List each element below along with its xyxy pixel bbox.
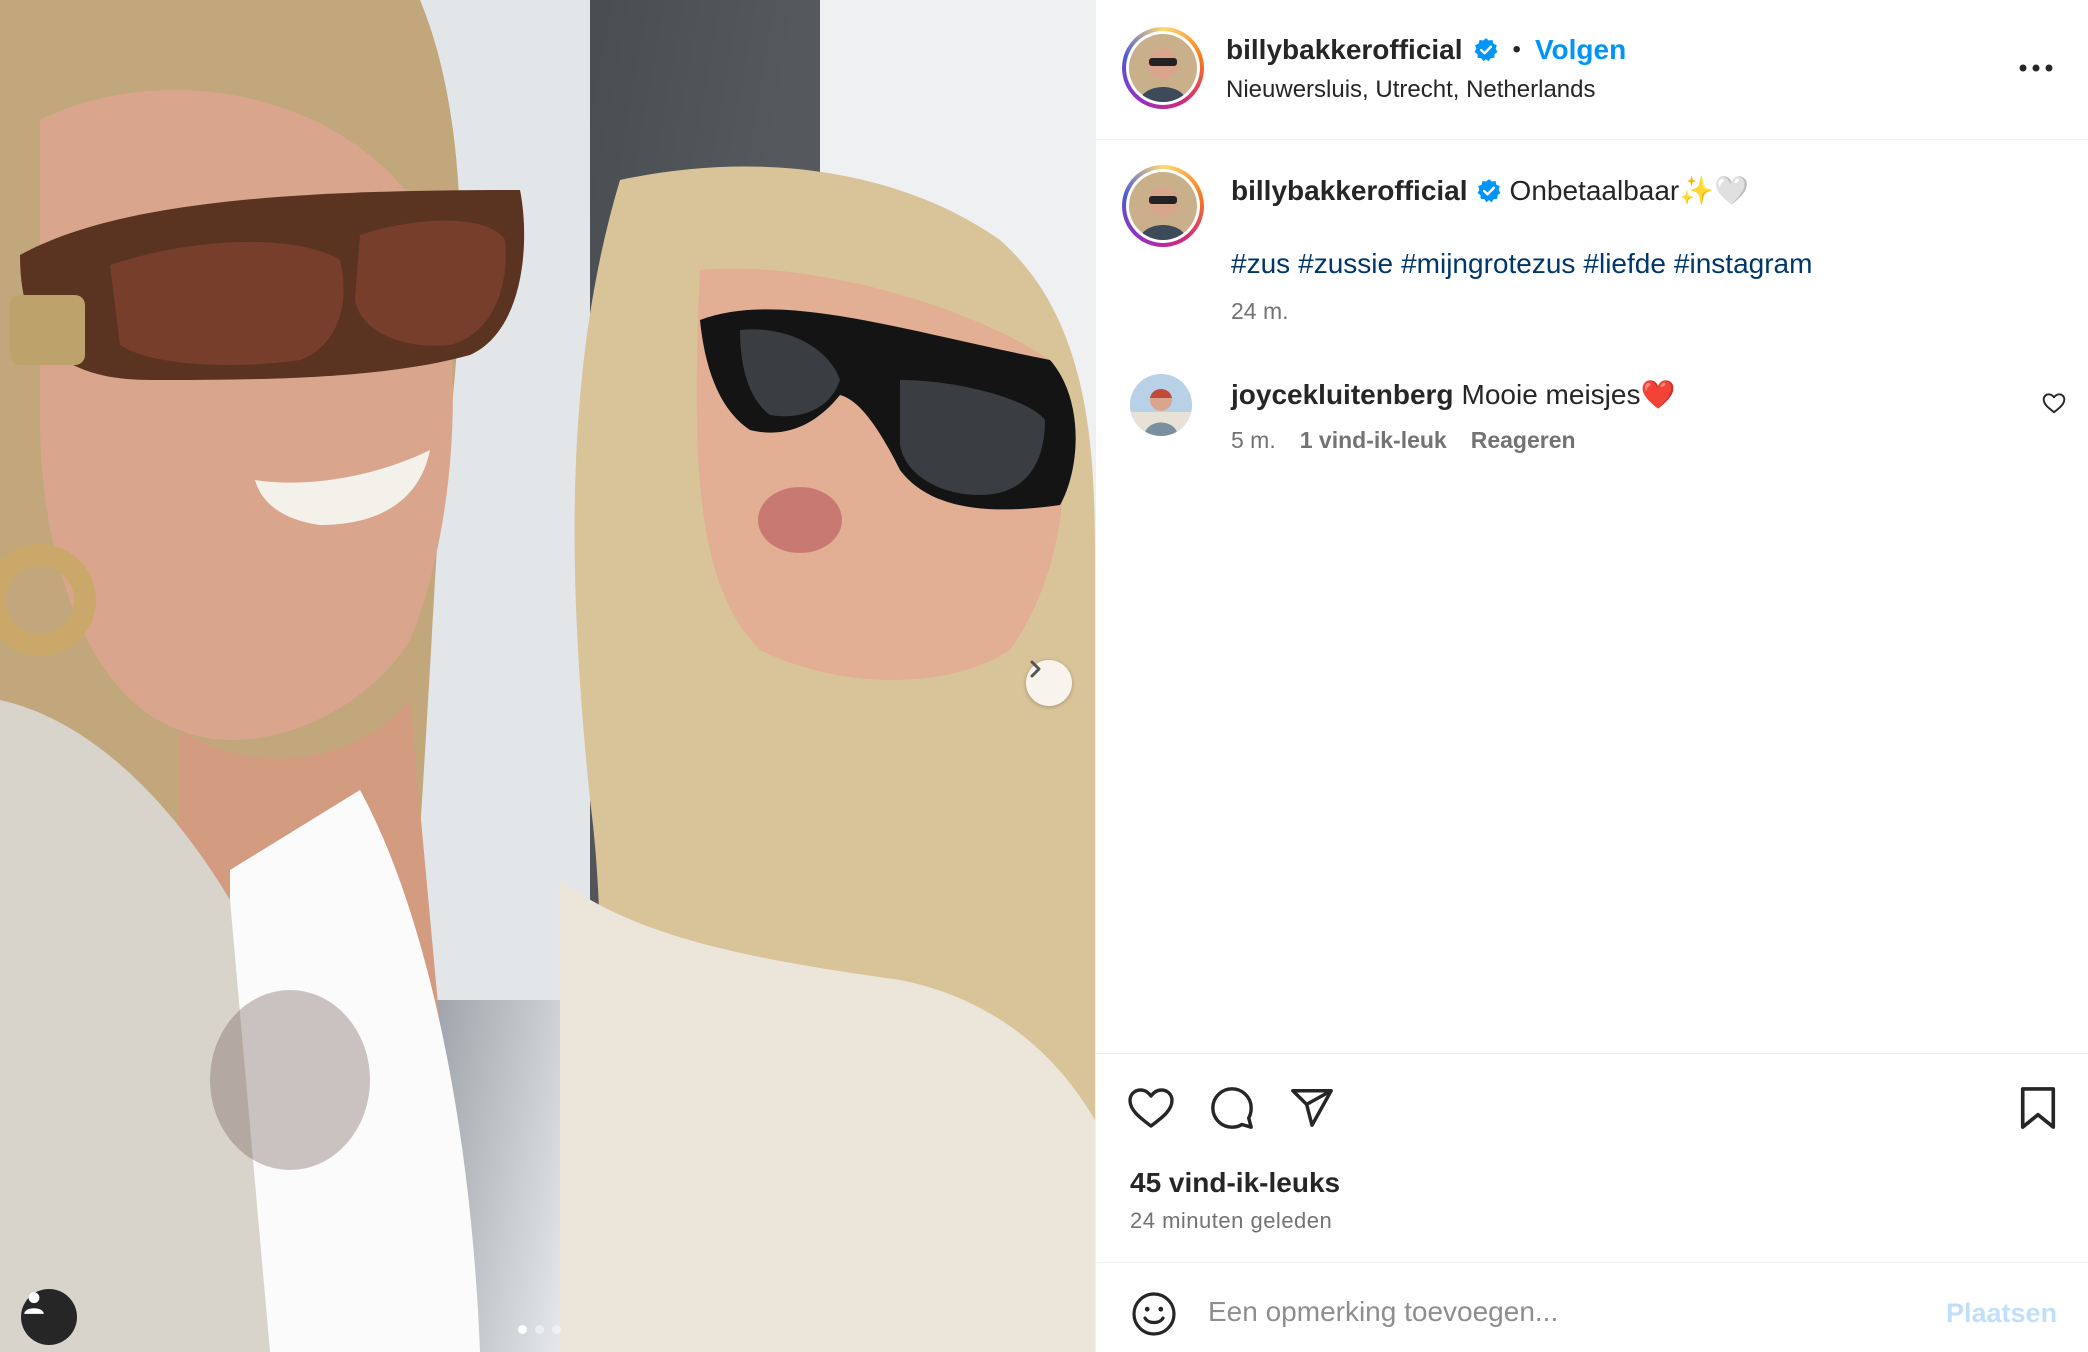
carousel-next-button[interactable] [1026, 660, 1072, 706]
likes-count[interactable]: 45 vind-ik-leuks [1130, 1167, 1340, 1199]
avatar-photo [1129, 172, 1197, 240]
action-bar [1096, 1083, 2088, 1133]
post-photo[interactable] [0, 0, 1095, 1352]
send-icon [1291, 1089, 1333, 1127]
tagged-users-button[interactable] [21, 1289, 77, 1345]
hashtag-link[interactable]: #zussie [1298, 248, 1393, 280]
follow-button[interactable]: Volgen [1535, 34, 1626, 66]
carousel-dot [518, 1325, 527, 1334]
verified-badge-icon [1474, 38, 1498, 62]
photo-illustration [0, 0, 1095, 1352]
hashtag-link[interactable]: #mijngrotezus [1401, 248, 1575, 280]
comment-button[interactable] [1207, 1083, 1257, 1133]
more-icon [2019, 64, 2053, 72]
author-username[interactable]: billybakkerofficial [1226, 34, 1463, 66]
comment-input[interactable] [1208, 1287, 1908, 1337]
caption-username[interactable]: billybakkerofficial [1231, 175, 1468, 207]
post-timestamp[interactable]: 24 minuten geleden [1130, 1208, 1332, 1234]
comment-likes[interactable]: 1 vind-ik-leuk [1300, 427, 1447, 454]
comment-item: joycekluitenberg Mooie meisjes❤️ 5 m. 1 … [1096, 372, 2088, 462]
save-button[interactable] [2013, 1083, 2063, 1133]
separator-dot: • [1512, 36, 1521, 63]
comment-timestamp[interactable]: 5 m. [1231, 427, 1276, 454]
more-options-button[interactable] [2011, 48, 2061, 88]
carousel-indicators [518, 1325, 561, 1334]
post-location[interactable]: Nieuwersluis, Utrecht, Netherlands [1226, 76, 1595, 104]
hashtag-list: #zus #zussie #mijngrotezus #liefde #inst… [1231, 248, 1812, 280]
verified-badge-icon [1477, 178, 1501, 202]
commenter-avatar[interactable] [1130, 374, 1192, 436]
share-button[interactable] [1287, 1083, 1337, 1133]
post-header: billybakkerofficial • Volgen Nieuwerslui… [1096, 0, 2088, 140]
reply-button[interactable]: Reageren [1471, 427, 1576, 454]
comment-like-button[interactable] [2041, 390, 2071, 420]
carousel-dot [552, 1325, 561, 1334]
caption-timestamp[interactable]: 24 m. [1231, 298, 1289, 325]
caption-text: Onbetaalbaar✨🤍 [1509, 175, 1749, 206]
comment-icon [1211, 1087, 1253, 1129]
like-button[interactable] [1126, 1083, 1176, 1133]
heart-icon [2042, 393, 2066, 414]
avatar-photo [1130, 374, 1192, 436]
post-details-panel: billybakkerofficial • Volgen Nieuwerslui… [1095, 0, 2088, 1352]
carousel-dot [535, 1325, 544, 1334]
add-comment-bar: Plaatsen [1096, 1262, 2088, 1352]
hashtag-link[interactable]: #zus [1231, 248, 1290, 280]
comment-username[interactable]: joycekluitenberg [1231, 379, 1454, 411]
hashtag-link[interactable]: #instagram [1674, 248, 1813, 280]
emoji-button[interactable] [1130, 1290, 1178, 1338]
hashtag-link[interactable]: #liefde [1583, 248, 1666, 280]
caption-author-avatar[interactable] [1122, 165, 1204, 247]
avatar-photo [1129, 34, 1197, 102]
chevron-right-icon [1030, 660, 1041, 678]
comment-text: Mooie meisjes❤️ [1461, 379, 1676, 410]
heart-icon [1128, 1088, 1174, 1128]
post-comment-button[interactable]: Plaatsen [1946, 1298, 2057, 1329]
author-avatar[interactable] [1122, 27, 1204, 109]
divider [1096, 1053, 2088, 1054]
user-icon [24, 1292, 44, 1314]
bookmark-icon [2020, 1087, 2056, 1129]
smiley-icon [1132, 1292, 1176, 1336]
